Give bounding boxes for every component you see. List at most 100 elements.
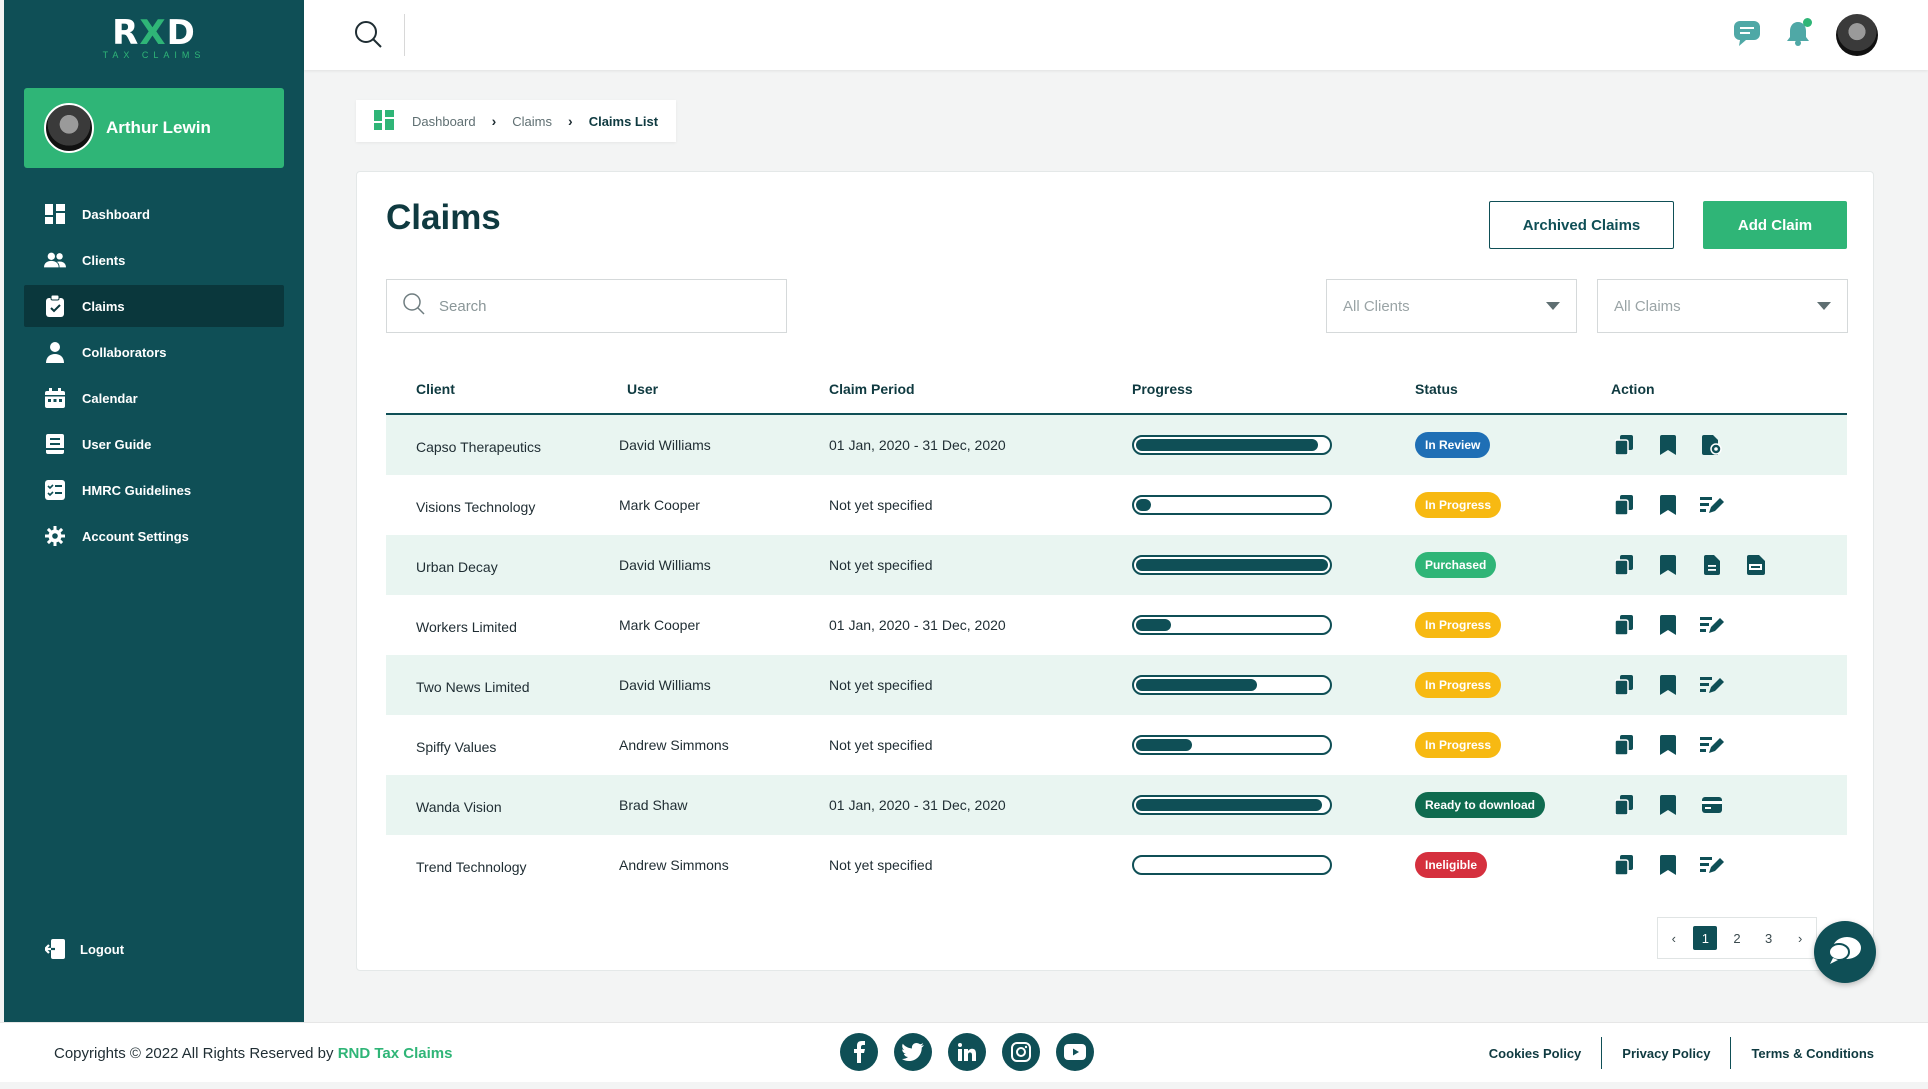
copyright-brand-link[interactable]: RND Tax Claims xyxy=(338,1045,453,1062)
grid-icon xyxy=(374,109,394,133)
page-button[interactable]: 2 xyxy=(1725,926,1749,950)
column-header-claim-period[interactable]: Claim Period xyxy=(829,381,1132,397)
breadcrumb: Dashboard › Claims › Claims List xyxy=(356,100,677,142)
cell-status: Ready to download xyxy=(1415,792,1611,818)
edit-list-icon[interactable] xyxy=(1699,613,1724,638)
sidebar-item-collaborators[interactable]: Collaborators xyxy=(24,331,284,373)
page-button[interactable]: 3 xyxy=(1757,926,1781,950)
logout-button[interactable]: Logout xyxy=(44,938,124,960)
checklist-icon xyxy=(44,479,66,501)
youtube-icon[interactable] xyxy=(1056,1033,1094,1071)
card-icon[interactable] xyxy=(1699,793,1724,818)
cell-status: Ineligible xyxy=(1415,852,1611,878)
edit-list-icon[interactable] xyxy=(1699,853,1724,878)
terms-conditions-link[interactable]: Terms & Conditions xyxy=(1730,1037,1874,1069)
page-button[interactable]: 1 xyxy=(1693,926,1718,950)
facebook-icon[interactable] xyxy=(840,1033,878,1071)
add-claim-button[interactable]: Add Claim xyxy=(1703,201,1847,249)
cookies-policy-link[interactable]: Cookies Policy xyxy=(1469,1037,1601,1069)
sidebar-item-clients[interactable]: Clients xyxy=(24,239,284,281)
sidebar-item-claims[interactable]: Claims xyxy=(24,285,284,327)
copy-icon[interactable] xyxy=(1611,433,1636,458)
table-row[interactable]: Wanda Vision Brad Shaw 01 Jan, 2020 - 31 D… xyxy=(386,775,1847,835)
copy-icon[interactable] xyxy=(1611,493,1636,518)
column-header-user[interactable]: User xyxy=(619,381,829,397)
twitter-icon[interactable] xyxy=(894,1033,932,1071)
bookmark-icon[interactable] xyxy=(1655,673,1680,698)
column-header-status[interactable]: Status xyxy=(1415,381,1611,397)
copy-icon[interactable] xyxy=(1611,733,1636,758)
table-row[interactable]: Capso Therapeutics David Williams 01 Jan, … xyxy=(386,415,1847,475)
avatar[interactable] xyxy=(1836,14,1878,56)
search-icon[interactable] xyxy=(354,20,384,55)
message-icon[interactable] xyxy=(1734,20,1760,51)
bookmark-icon[interactable] xyxy=(1655,553,1680,578)
privacy-policy-link[interactable]: Privacy Policy xyxy=(1601,1037,1730,1069)
copy-icon[interactable] xyxy=(1611,853,1636,878)
cell-claim-period: Not yet specified xyxy=(829,737,933,753)
bookmark-icon[interactable] xyxy=(1655,493,1680,518)
logout-label: Logout xyxy=(80,941,125,957)
previous-page-button[interactable]: ‹ xyxy=(1662,926,1686,950)
sidebar-item-label: Account Settings xyxy=(82,528,189,544)
sidebar-item-account-settings[interactable]: Account Settings xyxy=(24,515,284,557)
sidebar-item-label: HMRC Guidelines xyxy=(82,482,192,498)
cell-actions xyxy=(1611,493,1847,518)
edit-list-icon[interactable] xyxy=(1699,733,1724,758)
sidebar-item-dashboard[interactable]: Dashboard xyxy=(24,193,284,235)
bookmark-icon[interactable] xyxy=(1655,613,1680,638)
document-icon[interactable] xyxy=(1699,553,1724,578)
breadcrumb-link-claims[interactable]: Claims xyxy=(512,114,552,129)
table-row[interactable]: Workers Limited Mark Cooper 01 Jan, 2020 -… xyxy=(386,595,1847,655)
pdf-icon[interactable] xyxy=(1743,553,1768,578)
search-input[interactable]: Search xyxy=(386,279,787,333)
table-row[interactable]: Two News Limited David Williams Not yet sp… xyxy=(386,655,1847,715)
progress-bar xyxy=(1132,495,1332,515)
cell-user: Mark Cooper xyxy=(619,617,700,633)
copy-icon[interactable] xyxy=(1611,553,1636,578)
linkedin-icon[interactable] xyxy=(948,1033,986,1071)
copyright-text: Copyrights © 2022 All Rights Reserved by xyxy=(54,1045,334,1062)
divider xyxy=(404,14,405,56)
sidebar-item-label: Clients xyxy=(82,252,126,268)
sidebar-item-user-guide[interactable]: User Guide xyxy=(24,423,284,465)
cell-status: Purchased xyxy=(1415,552,1611,578)
users-icon xyxy=(44,249,66,271)
table-row[interactable]: Visions Technology Mark Cooper Not yet spe… xyxy=(386,475,1847,535)
bookmark-icon[interactable] xyxy=(1655,433,1680,458)
table-row[interactable]: Trend Technology Andrew Simmons Not yet sp… xyxy=(386,835,1847,895)
cell-status: In Progress xyxy=(1415,672,1611,698)
cell-client: Capso Therapeutics xyxy=(416,439,542,455)
copy-icon[interactable] xyxy=(1611,793,1636,818)
clients-filter-select[interactable]: All Clients xyxy=(1326,279,1577,333)
breadcrumb-link-dashboard[interactable]: Dashboard xyxy=(412,114,476,129)
archived-claims-button[interactable]: Archived Claims xyxy=(1489,201,1674,249)
status-badge: In Progress xyxy=(1415,492,1502,518)
user-card[interactable]: Arthur Lewin xyxy=(24,88,284,168)
logo-letter: R xyxy=(112,13,140,53)
document-gear-icon[interactable] xyxy=(1699,433,1724,458)
instagram-icon[interactable] xyxy=(1002,1033,1040,1071)
edit-list-icon[interactable] xyxy=(1699,673,1724,698)
grid-icon xyxy=(44,203,66,225)
sidebar-item-hmrc-guidelines[interactable]: HMRC Guidelines xyxy=(24,469,284,511)
claims-filter-select[interactable]: All Claims xyxy=(1597,279,1848,333)
chat-support-button[interactable] xyxy=(1814,921,1876,983)
column-header-client[interactable]: Client xyxy=(386,381,619,397)
cell-user: David Williams xyxy=(619,437,711,453)
notification-bell-icon[interactable] xyxy=(1786,17,1812,51)
cell-client: Trend Technology xyxy=(416,859,527,875)
copy-icon[interactable] xyxy=(1611,673,1636,698)
edit-list-icon[interactable] xyxy=(1699,493,1724,518)
table-row[interactable]: Spiffy Values Andrew Simmons Not yet speci… xyxy=(386,715,1847,775)
bookmark-icon[interactable] xyxy=(1655,793,1680,818)
copy-icon[interactable] xyxy=(1611,613,1636,638)
bookmark-icon[interactable] xyxy=(1655,853,1680,878)
table-row[interactable]: Urban Decay David Williams Not yet specifi… xyxy=(386,535,1847,595)
sidebar-item-calendar[interactable]: Calendar xyxy=(24,377,284,419)
next-page-button[interactable]: › xyxy=(1788,926,1812,950)
bookmark-icon[interactable] xyxy=(1655,733,1680,758)
logo[interactable]: RXD TAX CLAIMS xyxy=(4,14,304,60)
progress-bar xyxy=(1132,735,1332,755)
column-header-progress[interactable]: Progress xyxy=(1132,381,1415,397)
